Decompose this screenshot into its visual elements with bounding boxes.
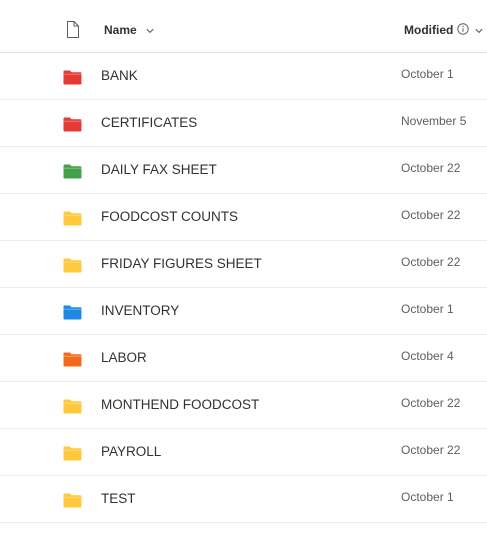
folder-name[interactable]: TEST [101,491,136,506]
modified-date: October 1 [401,67,454,81]
modified-date: October 22 [401,255,461,269]
list-item[interactable]: FOODCOST COUNTS October 22 [0,194,487,241]
folder-icon [63,305,82,320]
folder-icon [63,211,82,226]
modified-date: October 1 [401,490,454,504]
folder-name[interactable]: CERTIFICATES [101,115,197,130]
list-item[interactable]: PAYROLL October 22 [0,429,487,476]
list-item[interactable]: BANK October 1 [0,53,487,100]
modified-date: October 22 [401,443,461,457]
folder-name[interactable]: MONTHEND FOODCOST [101,397,259,412]
folder-name[interactable]: PAYROLL [101,444,161,459]
chevron-down-icon [146,23,154,37]
list-item[interactable]: LABOR October 4 [0,335,487,382]
folder-icon [63,446,82,461]
folder-icon [63,70,82,85]
name-column-header[interactable]: Name [104,22,154,38]
modified-date: October 22 [401,161,461,175]
modified-date: October 1 [401,302,454,316]
folder-name[interactable]: FOODCOST COUNTS [101,209,238,224]
name-column-label: Name [104,23,137,37]
folder-icon [63,352,82,367]
list-item[interactable]: TEST October 1 [0,476,487,523]
folder-name[interactable]: BANK [101,68,138,83]
document-icon[interactable] [66,21,79,38]
folder-name[interactable]: DAILY FAX SHEET [101,162,217,177]
folder-icon [63,117,82,132]
folder-icon [63,399,82,414]
modified-column-label: Modified [404,23,454,37]
modified-column-header[interactable]: Modified [404,22,483,38]
folder-name[interactable]: INVENTORY [101,303,179,318]
list-item[interactable]: INVENTORY October 1 [0,288,487,335]
folder-icon [63,493,82,508]
chevron-down-icon [475,23,483,37]
modified-date: October 4 [401,349,454,363]
modified-date: October 22 [401,208,461,222]
folder-icon [63,258,82,273]
list-item[interactable]: DAILY FAX SHEET October 22 [0,147,487,194]
list-item[interactable]: FRIDAY FIGURES SHEET October 22 [0,241,487,288]
list-item[interactable]: CERTIFICATES November 5 [0,100,487,147]
list-header: Name Modified [0,0,487,53]
list-item[interactable]: MONTHEND FOODCOST October 22 [0,382,487,429]
modified-date: October 22 [401,396,461,410]
modified-date: November 5 [401,114,467,128]
info-icon[interactable] [457,22,470,38]
file-list: Name Modified BANK October 1 CERTIFICATE… [0,0,487,539]
folder-name[interactable]: LABOR [101,350,147,365]
folder-name[interactable]: FRIDAY FIGURES SHEET [101,256,262,271]
folder-icon [63,164,82,179]
